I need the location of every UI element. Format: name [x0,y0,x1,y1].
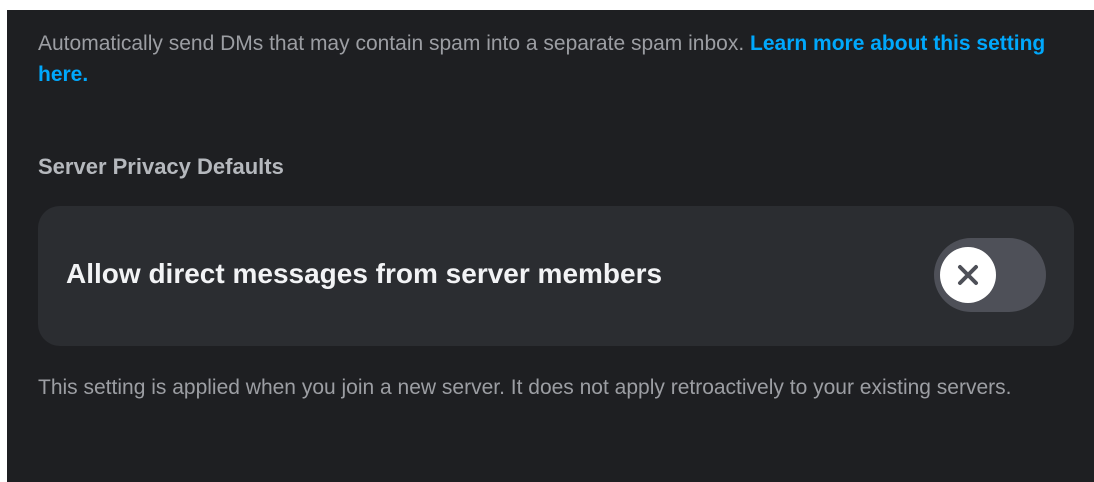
allow-dms-toggle[interactable] [934,238,1046,312]
setting-label: Allow direct messages from server member… [66,258,663,289]
close-icon [958,265,978,285]
settings-panel: Automatically send DMs that may contain … [7,10,1094,482]
setting-footnote: This setting is applied when you join a … [38,376,1012,399]
section-title: Server Privacy Defaults [38,154,284,179]
server-dm-setting-card: Allow direct messages from server member… [38,206,1074,346]
toggle-knob [940,247,996,303]
dm-spam-description: Automatically send DMs that may contain … [38,32,745,55]
dm-spam-description-block: Automatically send DMs that may contain … [38,28,1048,90]
